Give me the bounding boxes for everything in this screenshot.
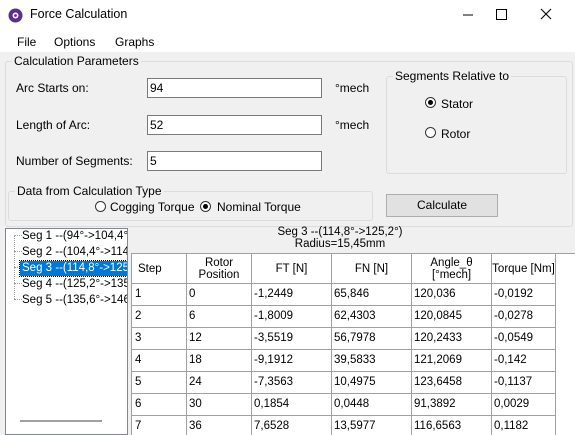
close-icon <box>540 8 552 20</box>
cell-step[interactable]: 7 <box>132 416 187 435</box>
column-header-fn[interactable]: FN [N] <box>332 254 412 284</box>
stator-radio-dot <box>428 100 433 105</box>
column-header-step[interactable]: Step <box>132 254 187 284</box>
column-header-torque[interactable]: Torque [Nm] <box>492 254 556 284</box>
cell-rotor-position[interactable]: 18 <box>187 350 252 372</box>
menu-file[interactable]: File <box>17 35 36 49</box>
close-button[interactable] <box>524 0 568 30</box>
cell-ft[interactable]: -3,5519 <box>252 328 332 350</box>
cell-ft[interactable]: 7,6528 <box>252 416 332 435</box>
cell-fn[interactable]: 56,7978 <box>332 328 412 350</box>
maximize-icon <box>496 9 507 20</box>
cell-angle[interactable]: 120,2433 <box>412 328 492 350</box>
cell-angle[interactable]: 116,6563 <box>412 416 492 435</box>
cell-torque[interactable]: -0,0278 <box>492 306 556 328</box>
cell-angle[interactable]: 123,6458 <box>412 372 492 394</box>
segment-tree[interactable]: Seg 1 --(94°->104,4°) Seg 2 --(104,4°->1… <box>5 228 128 435</box>
column-header-angle[interactable]: Angle_θ [°mech] <box>412 254 492 284</box>
cell-fn[interactable]: 62,4303 <box>332 306 412 328</box>
cell-rotor-position[interactable]: 0 <box>187 284 252 306</box>
tree-item-seg-5[interactable]: Seg 5 --(135,6°->146°) <box>20 293 127 308</box>
cell-torque[interactable]: -0,142 <box>492 350 556 372</box>
menu-options[interactable]: Options <box>54 35 95 49</box>
arc-start-unit: °mech <box>335 81 370 95</box>
rotor-radio[interactable] <box>425 127 436 138</box>
calc-type-group-label: Data from Calculation Type <box>15 184 164 198</box>
cell-angle[interactable]: 120,0845 <box>412 306 492 328</box>
relative-group: Segments Relative to <box>386 69 567 174</box>
nominal-torque-label[interactable]: Nominal Torque <box>217 200 301 214</box>
arc-length-input[interactable]: 52 <box>147 115 322 135</box>
tree-item-seg-2[interactable]: Seg 2 --(104,4°->114,8°) <box>20 245 127 260</box>
segments-input[interactable]: 5 <box>147 151 322 171</box>
segment-header: Seg 3 --(114,8°->125,2°) Radius=15,45mm <box>130 226 550 250</box>
cell-torque[interactable]: -0,0192 <box>492 284 556 306</box>
arc-length-unit: °mech <box>335 118 370 132</box>
cell-step[interactable]: 3 <box>132 328 187 350</box>
tree-item-seg-4[interactable]: Seg 4 --(125,2°->135,6°) <box>20 277 127 292</box>
client-area: Calculation Parameters Arc Starts on: 94… <box>0 52 575 435</box>
nominal-torque-radio[interactable] <box>200 201 211 212</box>
maximize-button[interactable] <box>479 0 523 30</box>
segment-radius: Radius=15,45mm <box>294 238 386 250</box>
stator-radio-label[interactable]: Stator <box>441 97 473 111</box>
cell-torque[interactable]: 0,0029 <box>492 394 556 416</box>
cell-fn[interactable]: 10,4975 <box>332 372 412 394</box>
rotor-radio-label[interactable]: Rotor <box>441 127 470 141</box>
cell-ft[interactable]: -9,1912 <box>252 350 332 372</box>
cell-rotor-position[interactable]: 6 <box>187 306 252 328</box>
cell-step[interactable]: 1 <box>132 284 187 306</box>
tree-item-seg-1[interactable]: Seg 1 --(94°->104,4°) <box>20 229 127 244</box>
cell-ft[interactable]: -1,2449 <box>252 284 332 306</box>
cell-ft[interactable]: -1,8009 <box>252 306 332 328</box>
calc-params-group-label: Calculation Parameters <box>12 54 141 68</box>
cogging-torque-radio[interactable] <box>95 201 106 212</box>
cell-step[interactable]: 6 <box>132 394 187 416</box>
cell-rotor-position[interactable]: 36 <box>187 416 252 435</box>
segment-range: Seg 3 --(114,8°->125,2°) <box>277 226 403 238</box>
cell-rotor-position[interactable]: 12 <box>187 328 252 350</box>
stator-radio[interactable] <box>425 97 436 108</box>
cell-fn[interactable]: 13,5977 <box>332 416 412 435</box>
cell-torque[interactable]: 0,1182 <box>492 416 556 435</box>
cell-ft[interactable]: 0,1854 <box>252 394 332 416</box>
cell-step[interactable]: 2 <box>132 306 187 328</box>
title-bar: Force Calculation <box>0 0 579 30</box>
cell-step[interactable]: 4 <box>132 350 187 372</box>
arc-length-label: Length of Arc: <box>16 118 91 132</box>
relative-group-label: Segments Relative to <box>393 69 512 83</box>
cell-angle[interactable]: 91,3892 <box>412 394 492 416</box>
cell-rotor-position[interactable]: 30 <box>187 394 252 416</box>
menu-graphs[interactable]: Graphs <box>115 35 154 49</box>
arc-start-label: Arc Starts on: <box>16 81 89 95</box>
tree-scrollbar[interactable] <box>20 420 102 422</box>
cell-fn[interactable]: 0,0448 <box>332 394 412 416</box>
nominal-torque-radio-dot <box>203 204 208 209</box>
cell-fn[interactable]: 39,5833 <box>332 350 412 372</box>
cell-ft[interactable]: -7,3563 <box>252 372 332 394</box>
app-icon <box>8 8 23 23</box>
cell-step[interactable]: 5 <box>132 372 187 394</box>
arc-start-input[interactable]: 94 <box>147 78 322 98</box>
cell-fn[interactable]: 65,846 <box>332 284 412 306</box>
cell-rotor-position[interactable]: 24 <box>187 372 252 394</box>
cell-angle[interactable]: 120,036 <box>412 284 492 306</box>
cell-torque[interactable]: -0,0549 <box>492 328 556 350</box>
segments-label: Number of Segments: <box>16 154 133 168</box>
window-title: Force Calculation <box>30 7 128 21</box>
cogging-torque-label[interactable]: Cogging Torque <box>110 200 195 214</box>
menu-bar: File Options Graphs <box>0 32 579 52</box>
column-header-rotor-position[interactable]: Rotor Position <box>187 254 252 284</box>
column-header-ft[interactable]: FT [N] <box>252 254 332 284</box>
tree-item-seg-3[interactable]: Seg 3 --(114,8°->125,2°) <box>18 260 127 277</box>
results-grid[interactable]: Step Rotor Position FT [N] FN [N] Angle_… <box>131 253 575 435</box>
cell-torque[interactable]: -0,1137 <box>492 372 556 394</box>
cell-angle[interactable]: 121,2069 <box>412 350 492 372</box>
calculate-button[interactable]: Calculate <box>386 194 498 217</box>
